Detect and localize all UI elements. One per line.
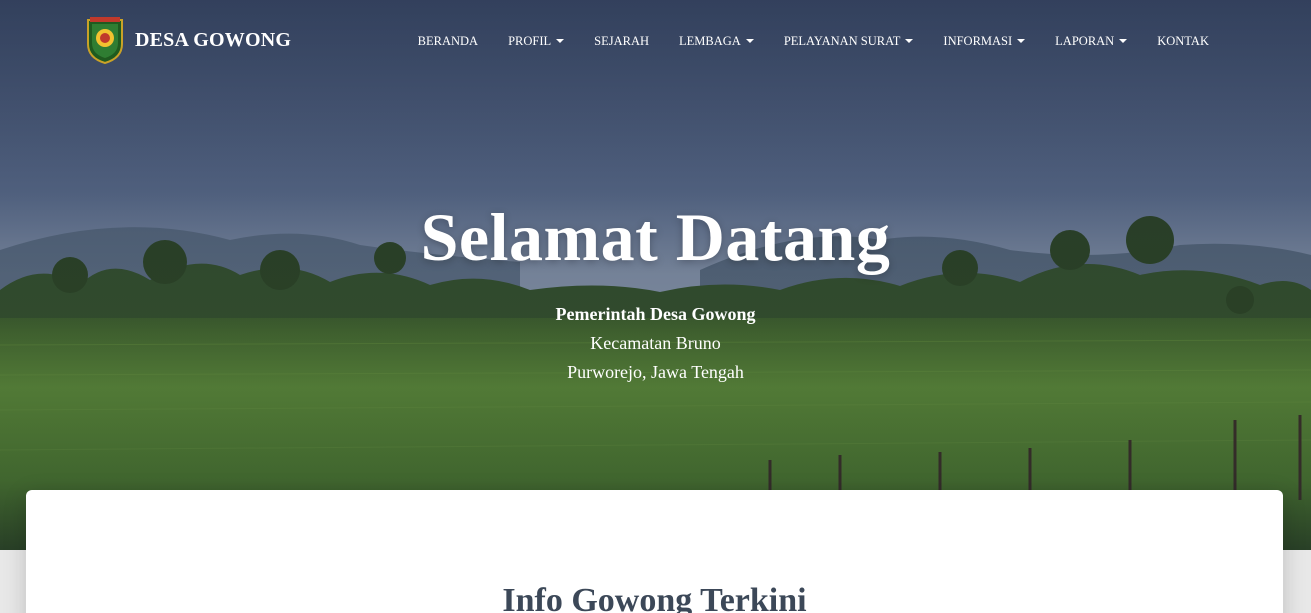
main-nav: BERANDA PROFIL SEJARAH LEMBAGA PELAYANAN… (403, 0, 1224, 82)
hero-subtitle-region: Purworejo, Jawa Tengah (567, 362, 744, 382)
hero-subtitle-government: Pemerintah Desa Gowong (555, 304, 756, 324)
nav-label: SEJARAH (594, 33, 650, 48)
nav-label: INFORMASI (943, 33, 1013, 48)
nav-label: LAPORAN (1055, 33, 1115, 48)
brand-title: DESA GOWONG (135, 28, 292, 51)
nav-label: KONTAK (1157, 33, 1209, 48)
nav-item-lembaga: LEMBAGA (664, 0, 769, 82)
nav-link-profil[interactable]: PROFIL (493, 0, 579, 82)
nav-label: PROFIL (508, 33, 552, 48)
brand-link[interactable]: DESA GOWONG (84, 16, 291, 64)
hero-section: DESA GOWONG BERANDA PROFIL SEJARAH LEMBA… (0, 0, 1311, 550)
caret-down-icon (745, 39, 754, 43)
caret-down-icon (905, 39, 914, 43)
nav-label: BERANDA (417, 33, 479, 48)
hero-title: Selamat Datang (420, 199, 891, 275)
nav-link-lembaga[interactable]: LEMBAGA (664, 0, 769, 82)
nav-item-laporan: LAPORAN (1040, 0, 1142, 82)
hero-subtitle-district: Kecamatan Bruno (590, 333, 721, 353)
nav-link-laporan[interactable]: LAPORAN (1040, 0, 1142, 82)
nav-item-sejarah: SEJARAH (579, 0, 664, 82)
caret-down-icon (1119, 39, 1128, 43)
nav-link-informasi[interactable]: INFORMASI (928, 0, 1040, 82)
nav-item-informasi: INFORMASI (928, 0, 1040, 82)
nav-link-kontak[interactable]: KONTAK (1142, 0, 1224, 82)
village-emblem-icon (87, 17, 123, 64)
nav-link-sejarah[interactable]: SEJARAH (579, 0, 664, 82)
nav-item-beranda: BERANDA (403, 0, 493, 82)
nav-item-kontak: KONTAK (1142, 0, 1224, 82)
section-title: Info Gowong Terkini (502, 582, 807, 613)
caret-down-icon (1017, 39, 1026, 43)
nav-link-beranda[interactable]: BERANDA (403, 0, 493, 82)
nav-item-profil: PROFIL (493, 0, 579, 82)
nav-label: LEMBAGA (679, 33, 741, 48)
caret-down-icon (556, 39, 565, 43)
nav-link-pelayanan-surat[interactable]: PELAYANAN SURAT (769, 0, 929, 82)
nav-label: PELAYANAN SURAT (783, 33, 901, 48)
content-card: Info Gowong Terkini (26, 490, 1283, 613)
nav-item-pelayanan-surat: PELAYANAN SURAT (769, 0, 929, 82)
top-navbar: DESA GOWONG BERANDA PROFIL SEJARAH LEMBA… (0, 0, 1311, 82)
